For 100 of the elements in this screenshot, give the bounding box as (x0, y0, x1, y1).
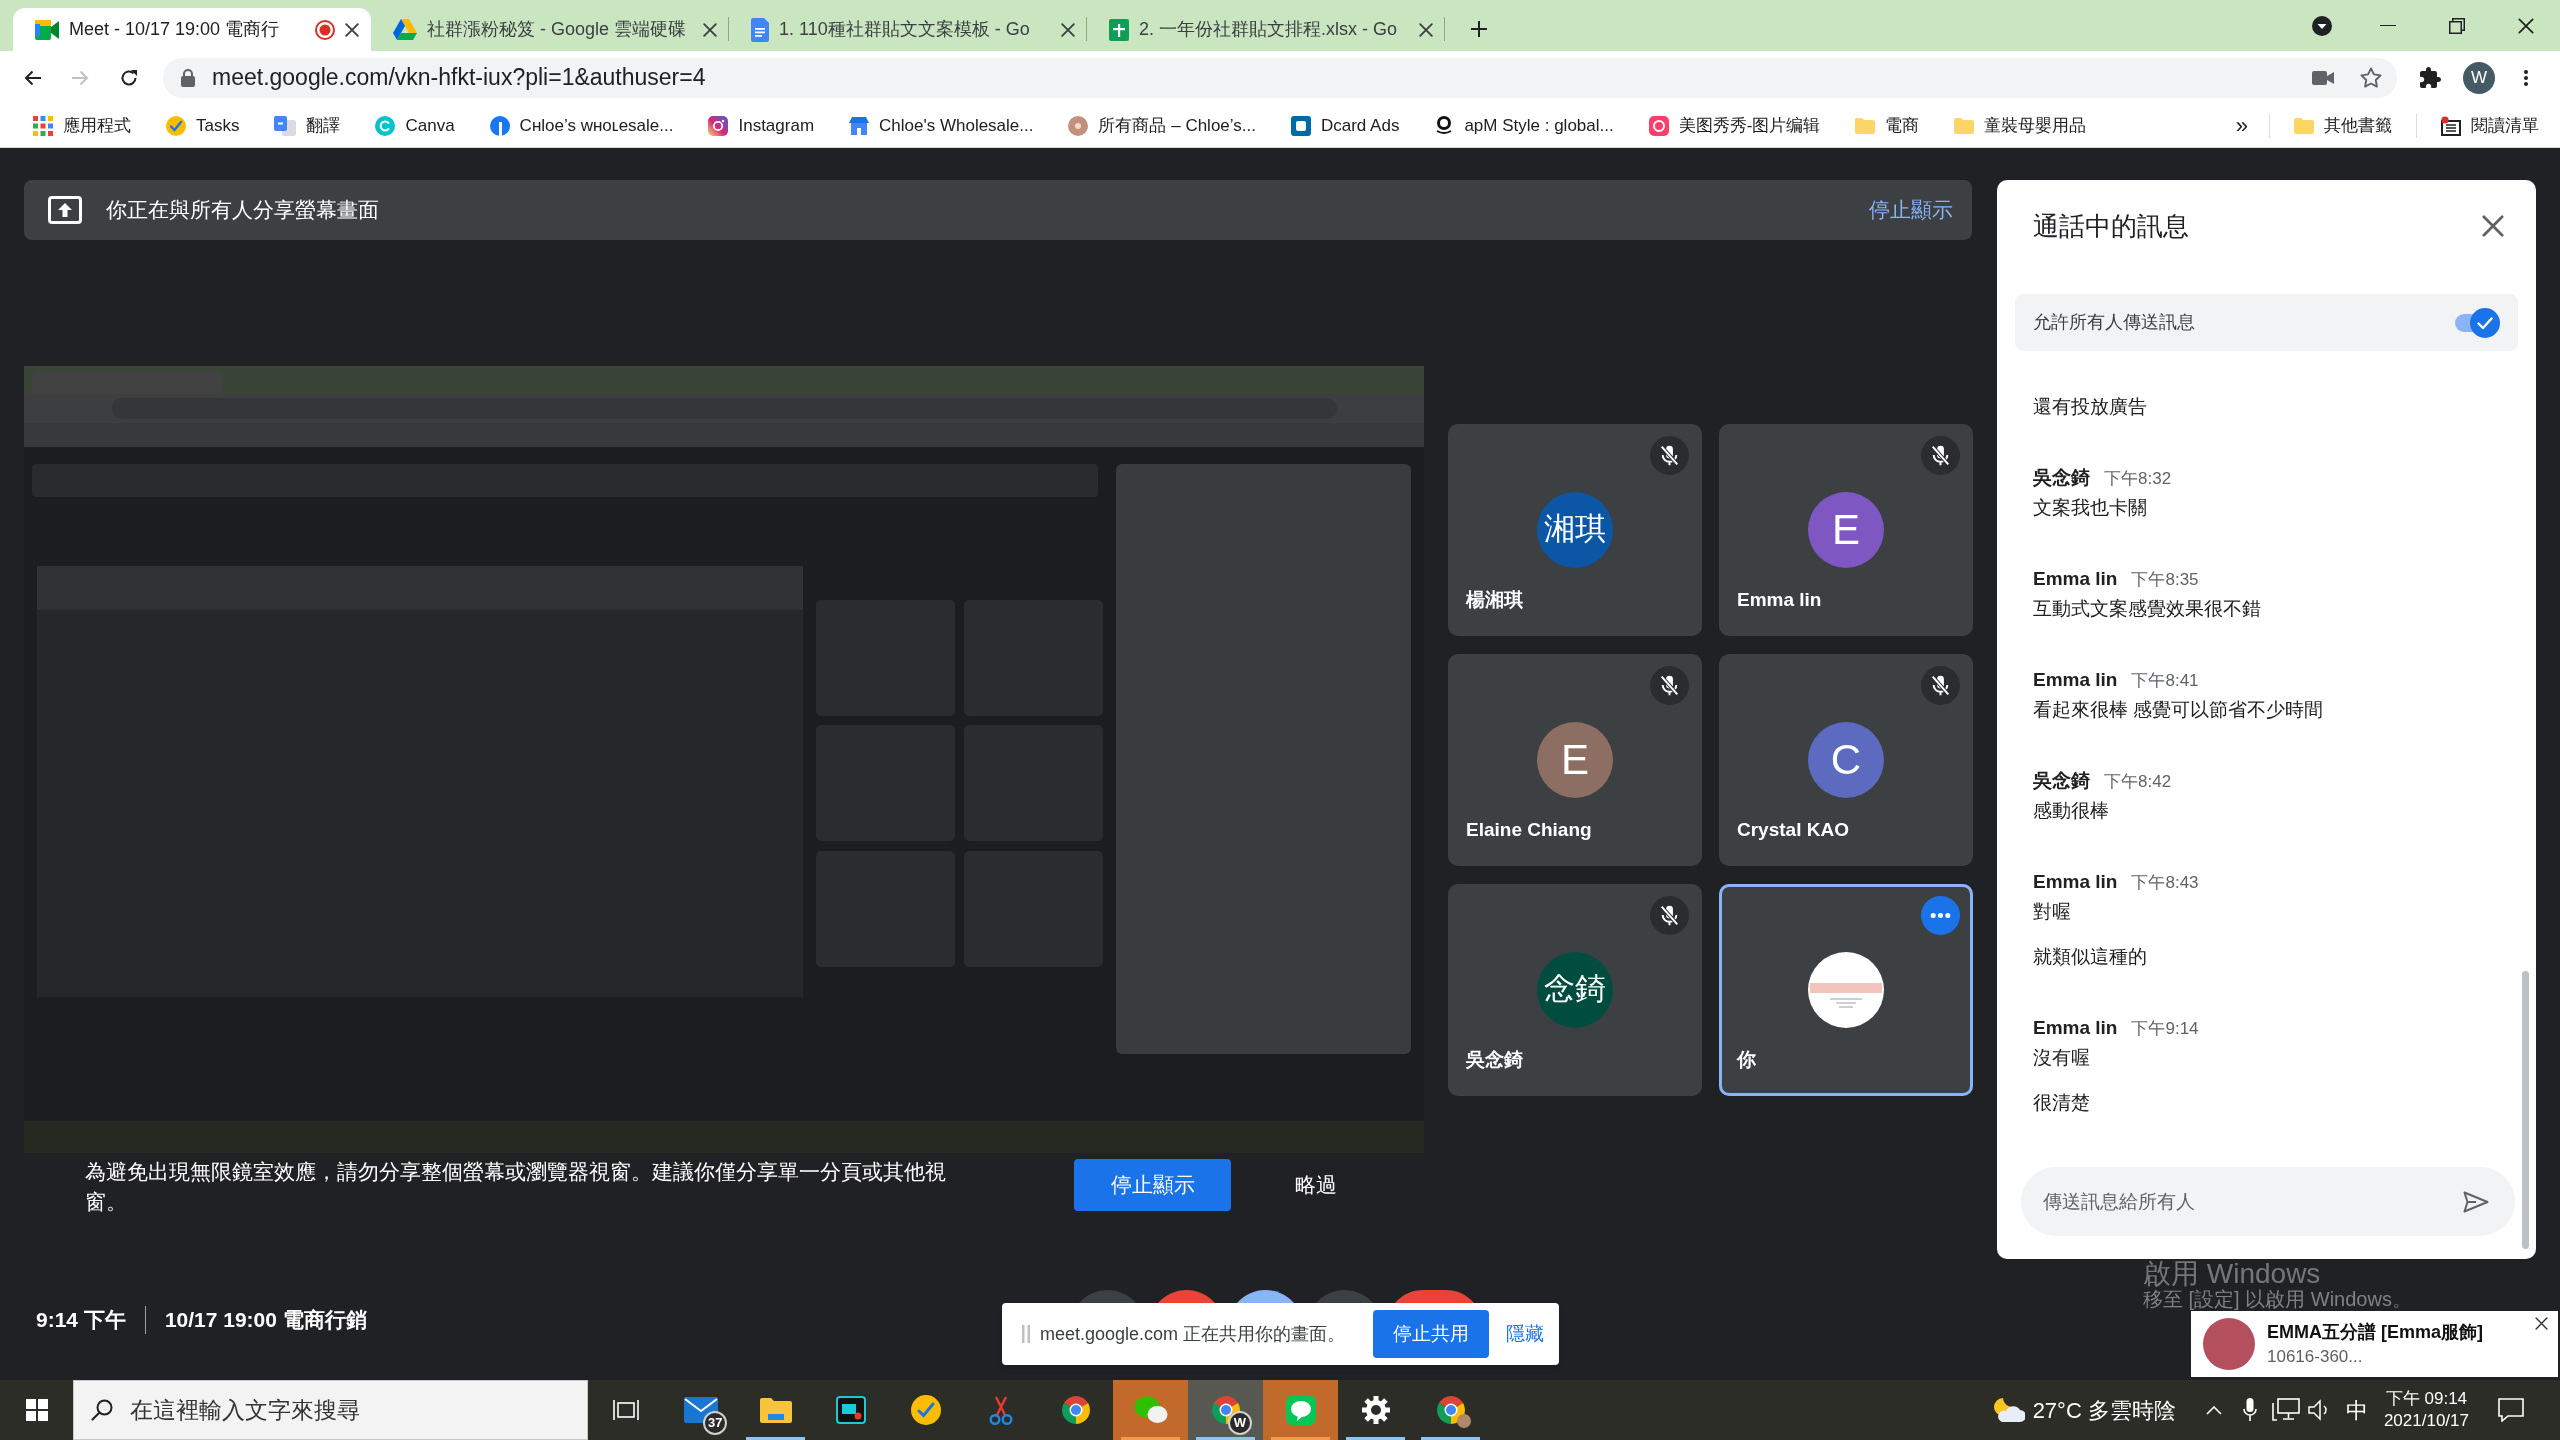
stop-sharing-button[interactable]: 停止共用 (1373, 1310, 1489, 1358)
plus-icon[interactable] (1471, 21, 1487, 37)
send-icon[interactable] (2463, 1191, 2489, 1213)
gear-icon (1361, 1396, 1390, 1424)
participant-tile[interactable]: 你 (1719, 883, 1973, 1096)
reload-icon[interactable] (120, 68, 138, 87)
camera-logo-icon (708, 115, 729, 136)
participant-tile[interactable]: 湘琪 楊湘琪 (1448, 423, 1702, 636)
browser-tab[interactable]: Meet - 10/17 19:00 電商行 (13, 8, 371, 51)
bookmark[interactable]: Canva (364, 108, 466, 143)
drag-handle-icon[interactable] (1022, 1325, 1030, 1343)
star-icon[interactable] (2360, 67, 2382, 88)
clock-time[interactable]: 下午 09:14 (2385, 1388, 2468, 1410)
notification-toast[interactable]: EMMA五分譜 [Emma服飾] 10616-360... (2191, 1311, 2558, 1377)
close-icon[interactable] (703, 22, 717, 37)
search-icon (91, 1399, 113, 1421)
mic-icon[interactable] (2242, 1398, 2257, 1422)
dropdown-icon[interactable] (2312, 15, 2332, 36)
sharing-text: meet.google.com 正在共用你的畫面。 (1040, 1322, 1346, 1346)
message-sender: Emma lin (2033, 567, 2118, 591)
storefront-icon (849, 116, 870, 135)
call-control-button[interactable] (1237, 1290, 1294, 1303)
browser-tab[interactable]: 社群漲粉秘笈 - Google 雲端硬碟 (371, 8, 729, 51)
more-options-icon[interactable] (1921, 895, 1960, 935)
chat-bubble-icon (1285, 1395, 1316, 1425)
restore-icon[interactable] (2449, 17, 2465, 34)
photo-placeholder (2203, 1318, 2255, 1370)
round-logo-icon (1068, 115, 1089, 136)
stop-presenting-link[interactable]: 停止顯示 (1869, 194, 1953, 226)
message-text: 沒有喔 (2033, 1046, 2091, 1070)
notification-body: 10616-360... (2267, 1346, 2364, 1368)
start-menu-icon[interactable] (25, 1399, 48, 1421)
notification-title: EMMA五分譜 [Emma服飾] (2267, 1321, 2484, 1344)
notification-icon[interactable] (2498, 1398, 2524, 1422)
call-control-button[interactable] (1395, 1290, 1474, 1303)
bookmark[interactable]: apM Style : global... (1423, 108, 1625, 143)
bookmark[interactable]: 應用程式 (22, 108, 142, 143)
scrollbar-thumb[interactable] (2522, 971, 2529, 1249)
browser-tab[interactable]: 2. 一年份社群貼文排程.xlsx - Go (1087, 8, 1445, 51)
bookmark[interactable]: Dcard Ads (1279, 108, 1411, 143)
close-icon[interactable] (1061, 22, 1075, 37)
bookmark[interactable]: Tasks (155, 108, 251, 143)
bookmark[interactable]: 翻譯 (263, 108, 352, 143)
profile-avatar[interactable]: W (2463, 61, 2495, 94)
menu-icon[interactable] (2524, 69, 2528, 86)
bookmark[interactable]: 所有商品 – Chloe’s... (1057, 108, 1267, 143)
call-control-button[interactable] (1158, 1290, 1215, 1303)
app-logo-icon (1648, 115, 1669, 136)
message-time: 下午9:14 (2131, 1018, 2199, 1040)
video-camera-icon[interactable] (2312, 70, 2334, 85)
network-icon[interactable] (2271, 1398, 2300, 1422)
participant-tile[interactable]: C Crystal KAO (1719, 653, 1973, 866)
message-sender: Emma lin (2033, 870, 2118, 894)
participant-tile[interactable]: E Emma lin (1719, 423, 1973, 636)
taskbar-app-button[interactable]: 37 (663, 1380, 738, 1440)
close-icon[interactable] (2535, 1317, 2548, 1330)
close-icon[interactable] (2482, 215, 2504, 237)
bookmark[interactable]: 童裝母嬰用品 (1943, 108, 2098, 143)
close-icon[interactable] (345, 22, 359, 37)
app-badge: 37 (703, 1411, 728, 1435)
hide-link[interactable]: 隱藏 (1506, 1319, 1544, 1349)
bookmark[interactable]: Cʜloe’s wʜoʟesale... (478, 108, 685, 143)
check-circle-icon (166, 115, 186, 136)
clock-date[interactable]: 2021/10/17 (2383, 1410, 2469, 1432)
avatar: E (1537, 721, 1613, 798)
close-icon[interactable] (2518, 17, 2534, 34)
weather-widget[interactable]: 27°C 多雲時陰 (1992, 1393, 2176, 1427)
chat-bubbles-icon (1133, 1396, 1168, 1424)
taskbar-search-field[interactable]: 在這裡輸入文字來搜尋 (73, 1380, 588, 1440)
bookmarks-overflow-button[interactable]: » (2235, 109, 2248, 142)
input-method-indicator[interactable]: 中 (2345, 1393, 2368, 1427)
skip-button[interactable]: 略過 (1271, 1159, 1361, 1211)
close-icon[interactable] (1419, 22, 1433, 37)
minimize-icon[interactable] (2380, 24, 2396, 27)
puzzle-icon[interactable] (2420, 67, 2441, 88)
bookmark[interactable]: 閱讀清單 (2430, 108, 2550, 143)
bookmark[interactable]: Instagram (697, 108, 826, 143)
participant-tile[interactable]: 念錡 吳念錡 (1448, 883, 1702, 1096)
activation-hint: 移至 [設定] 以啟用 Windows。 (2143, 1289, 2412, 1309)
message-text: 就類似這種的 (2033, 945, 2148, 969)
setting-label: 允許所有人傳送訊息 (2033, 311, 2195, 334)
bookmark[interactable]: Chloe's Wholesale... (838, 108, 1045, 143)
bookmark[interactable]: 其他書籤 (2283, 108, 2403, 143)
avatar: C (1808, 721, 1884, 798)
participant-tile[interactable]: E Elaine Chiang (1448, 653, 1702, 866)
meeting-time: 9:14 下午 (36, 1306, 126, 1333)
bookmark[interactable]: 電商 (1844, 108, 1931, 143)
scissors-icon (988, 1395, 1013, 1425)
stop-presenting-button[interactable]: 停止顯示 (1074, 1159, 1231, 1211)
message-text: 對喔 (2033, 900, 2072, 924)
message-input[interactable]: 傳送訊息給所有人 (2021, 1167, 2515, 1236)
address-bar[interactable]: meet.google.com/vkn-hfkt-iux?pli=1&authuser=4 (163, 57, 2397, 98)
taskbar-app-button[interactable]: W (1188, 1380, 1263, 1440)
back-icon[interactable] (24, 69, 42, 86)
task-view-icon[interactable] (612, 1399, 639, 1421)
folder-icon (1954, 117, 1975, 134)
participant-name: 吳念錡 (1466, 1048, 1523, 1071)
bookmark[interactable]: 美图秀秀-图片编辑 (1637, 108, 1832, 143)
chevron-up-icon[interactable] (2205, 1405, 2222, 1415)
browser-tab[interactable]: 1. 110種社群貼文文案模板 - Go (729, 8, 1087, 51)
